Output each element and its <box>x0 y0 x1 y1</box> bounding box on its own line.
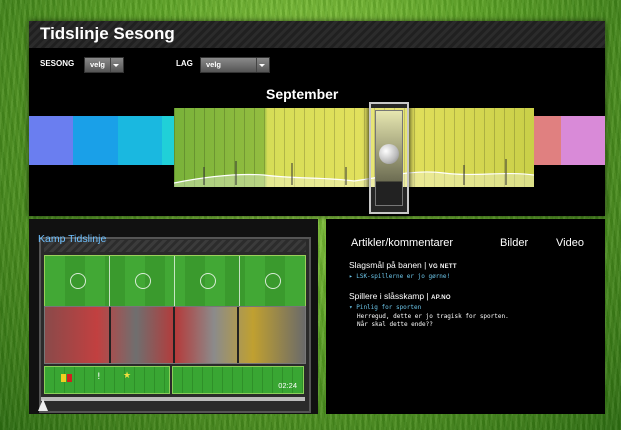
month-stripe[interactable] <box>29 116 74 165</box>
scrubber-handle[interactable] <box>38 399 48 411</box>
article-title[interactable]: Slagsmål på banen <box>349 260 422 270</box>
season-select-value: velg <box>90 60 106 69</box>
article-comment-toggle[interactable]: ▸ LSK-spillerne er jo gørne! <box>349 273 457 280</box>
event-track-first-half[interactable]: ! ★ <box>44 366 170 394</box>
tab-articles[interactable]: Artikler/kommentarer <box>351 237 453 249</box>
yellow-card-icon[interactable] <box>61 374 66 382</box>
scrubber-track[interactable] <box>38 397 305 411</box>
chevron-down-icon <box>110 58 121 72</box>
match-timeline-title: Kamp Tidslinje <box>38 233 107 245</box>
red-card-icon[interactable] <box>67 374 72 382</box>
match-timeline-panel: ! ★ 02:24 Kamp Tidslinje <box>29 219 318 414</box>
article-source: VG NETT <box>428 264 457 270</box>
page-title: Tidslinje Sesong <box>40 24 175 43</box>
filter-bar: SESONG velg LAG velg <box>40 57 600 73</box>
month-stripe[interactable] <box>117 116 162 165</box>
tab-images[interactable]: Bilder <box>500 237 528 249</box>
season-label: SESONG <box>40 59 75 68</box>
activity-graph <box>174 159 534 187</box>
tab-video[interactable]: Video <box>556 237 584 249</box>
match-time: 02:24 <box>278 381 297 390</box>
media-tabs: Artikler/kommentarer Bilder Video <box>351 237 601 253</box>
article-comment-toggle[interactable]: ▾ Pinlig for sporten <box>349 304 517 311</box>
slider-knob[interactable] <box>379 144 399 164</box>
team-label: LAG <box>176 59 193 68</box>
article-comment-text: Herregud, dette er jo tragisk for sporte… <box>357 313 509 328</box>
match-timeline-frame: ! ★ 02:24 <box>38 237 311 413</box>
star-icon[interactable]: ★ <box>123 371 131 381</box>
title-bar: Tidslinje Sesong <box>29 21 605 48</box>
current-month-band[interactable] <box>174 108 534 187</box>
articles-panel: Artikler/kommentarer Bilder Video Slagsm… <box>326 219 605 414</box>
season-select[interactable]: velg <box>84 57 124 73</box>
article-item[interactable]: Spillere i slåsskamp | AP.NO ▾ Pinlig fo… <box>349 291 517 329</box>
exclamation-icon[interactable]: ! <box>97 372 101 382</box>
season-timeline-panel: Tidslinje Sesong SESONG velg LAG velg Se… <box>29 21 606 216</box>
timeline-slider[interactable] <box>369 102 409 214</box>
month-stripe[interactable] <box>560 116 606 165</box>
event-track-second-half[interactable]: 02:24 <box>172 366 304 394</box>
match-photo-strip[interactable] <box>44 306 306 364</box>
chevron-down-icon <box>256 58 267 72</box>
team-select[interactable]: velg <box>200 57 270 73</box>
article-item[interactable]: Slagsmål på banen | VG NETT ▸ LSK-spille… <box>349 260 457 280</box>
pitch-overview[interactable] <box>44 255 306 307</box>
event-tracks: ! ★ 02:24 <box>44 366 304 394</box>
article-title[interactable]: Spillere i slåsskamp <box>349 291 424 301</box>
month-label: September <box>266 86 339 102</box>
team-select-value: velg <box>206 60 222 69</box>
article-source: AP.NO <box>431 295 451 301</box>
month-stripe[interactable] <box>73 116 118 165</box>
